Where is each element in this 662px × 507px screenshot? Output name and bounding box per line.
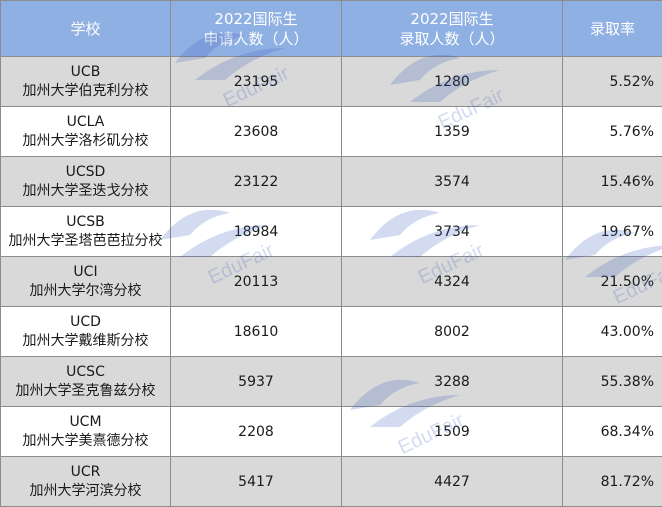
school-name: 加州大学尔湾分校 [29,282,142,299]
school-cell: UCSD 加州大学圣迭戈分校 [0,156,171,207]
school-code: UCB [70,63,101,80]
table-row: UCSC 加州大学圣克鲁兹分校 5937 3288 55.38% [0,356,662,407]
header-applicants-line1: 2022国际生 [214,9,298,28]
admitted-cell: 4427 [341,456,563,507]
table-row: UCB 加州大学伯克利分校 23195 1280 5.52% [0,56,662,107]
table-row: UCR 加州大学河滨分校 5417 4427 81.72% [0,456,662,507]
school-cell: UCB 加州大学伯克利分校 [0,56,171,107]
rate-cell: 5.52% [562,56,662,107]
rate-cell: 68.34% [562,406,662,457]
school-name: 加州大学圣克鲁兹分校 [15,382,156,399]
school-code: UCSC [66,363,105,380]
school-cell: UCLA 加州大学洛杉矶分校 [0,106,171,157]
header-admitted: 2022国际生 录取人数（人） [341,0,563,57]
rate-cell: 15.46% [562,156,662,207]
applicants-cell: 2208 [170,406,342,457]
school-code: UCR [70,463,101,480]
rate-cell: 81.72% [562,456,662,507]
admitted-cell: 3574 [341,156,563,207]
school-name: 加州大学洛杉矶分校 [22,132,149,149]
applicants-cell: 23122 [170,156,342,207]
rate-cell: 55.38% [562,356,662,407]
school-code: UCLA [66,113,105,130]
school-code: UCSB [66,213,105,230]
school-code: UCSD [65,163,106,180]
admitted-cell: 1509 [341,406,563,457]
rate-cell: 19.67% [562,206,662,257]
header-row: 学校 2022国际生 申请人数（人） 2022国际生 录取人数（人） 录取率 [0,0,662,57]
applicants-cell: 18610 [170,306,342,357]
header-applicants: 2022国际生 申请人数（人） [170,0,342,57]
school-cell: UCI 加州大学尔湾分校 [0,256,171,307]
school-name: 加州大学美熹德分校 [22,432,149,449]
table-row: UCD 加州大学戴维斯分校 18610 8002 43.00% [0,306,662,357]
table-row: UCI 加州大学尔湾分校 20113 4324 21.50% [0,256,662,307]
header-admitted-line2: 录取人数（人） [399,29,505,48]
table-row: UCM 加州大学美熹德分校 2208 1509 68.34% [0,406,662,457]
school-code: UCI [73,263,98,280]
school-cell: UCM 加州大学美熹德分校 [0,406,171,457]
table-row: UCSB 加州大学圣塔芭芭拉分校 18984 3734 19.67% [0,206,662,257]
applicants-cell: 5937 [170,356,342,407]
admitted-cell: 3288 [341,356,563,407]
rate-cell: 21.50% [562,256,662,307]
admitted-cell: 1280 [341,56,563,107]
school-code: UCM [69,413,102,430]
school-name: 加州大学伯克利分校 [22,82,149,99]
table-row: UCSD 加州大学圣迭戈分校 23122 3574 15.46% [0,156,662,207]
school-cell: UCD 加州大学戴维斯分校 [0,306,171,357]
school-cell: UCSC 加州大学圣克鲁兹分校 [0,356,171,407]
school-name: 加州大学戴维斯分校 [22,332,149,349]
table-body: UCB 加州大学伯克利分校 23195 1280 5.52% UCLA 加州大学洛杉矶分校 2… [0,56,662,507]
school-name: 加州大学河滨分校 [29,482,142,499]
applicants-cell: 23608 [170,106,342,157]
school-name: 加州大学圣迭戈分校 [22,182,149,199]
admissions-table: 学校 2022国际生 申请人数（人） 2022国际生 录取人数（人） 录取率 U… [0,0,662,507]
school-cell: UCSB 加州大学圣塔芭芭拉分校 [0,206,171,257]
header-admitted-line1: 2022国际生 [410,9,494,28]
admitted-cell: 1359 [341,106,563,157]
applicants-cell: 5417 [170,456,342,507]
header-school: 学校 [0,0,171,57]
table-row: UCLA 加州大学洛杉矶分校 23608 1359 5.76% [0,106,662,157]
rate-cell: 5.76% [562,106,662,157]
admitted-cell: 3734 [341,206,563,257]
admitted-cell: 8002 [341,306,563,357]
applicants-cell: 20113 [170,256,342,307]
school-cell: UCR 加州大学河滨分校 [0,456,171,507]
school-name: 加州大学圣塔芭芭拉分校 [8,232,163,249]
school-code: UCD [70,313,101,330]
applicants-cell: 18984 [170,206,342,257]
applicants-cell: 23195 [170,56,342,107]
rate-cell: 43.00% [562,306,662,357]
header-rate: 录取率 [562,0,662,57]
header-applicants-line2: 申请人数（人） [203,29,309,48]
admitted-cell: 4324 [341,256,563,307]
